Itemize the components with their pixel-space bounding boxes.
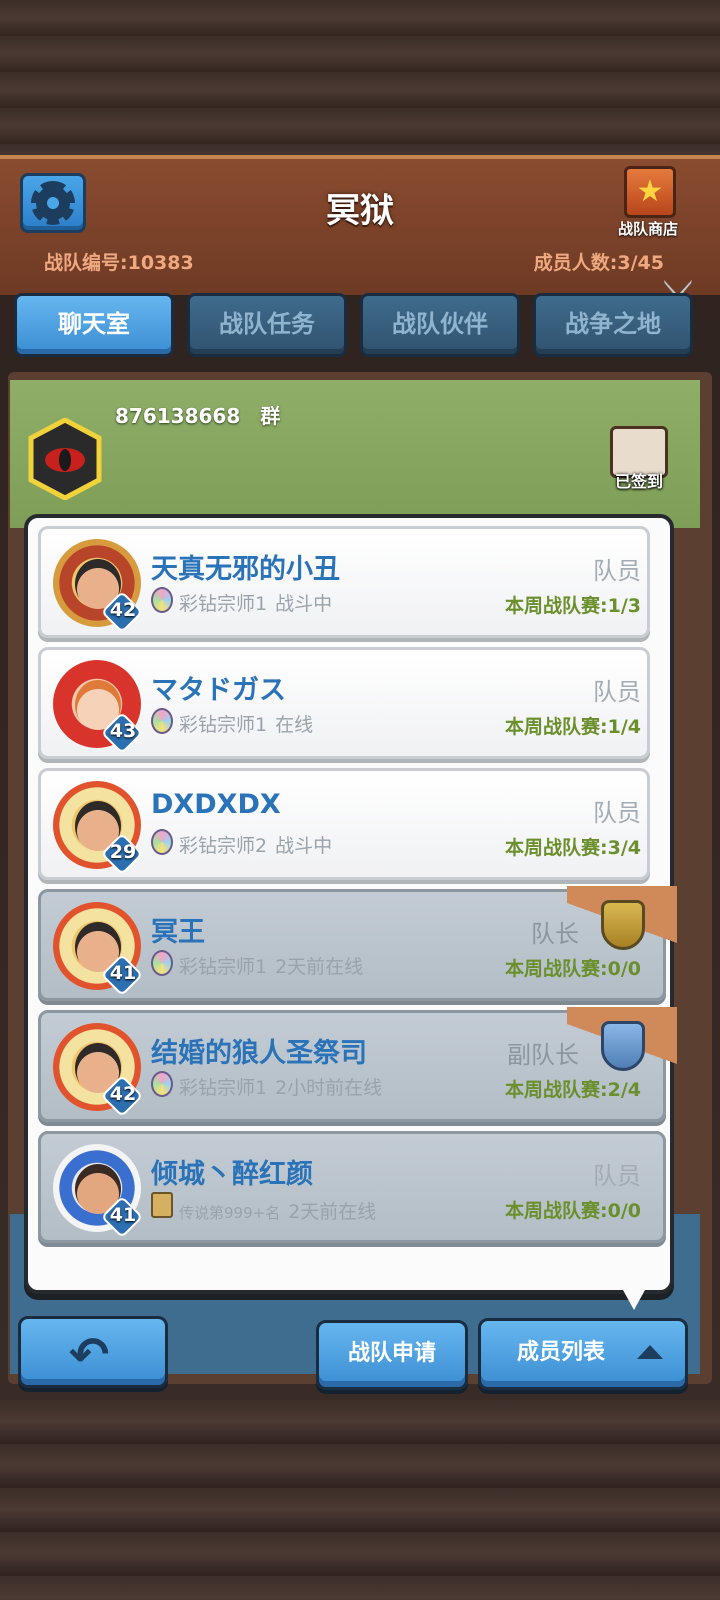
- vice-leader-badge-icon: [601, 1021, 645, 1071]
- member-role: 副队长: [507, 1041, 579, 1069]
- member-rank: 彩钻宗师1: [179, 593, 268, 615]
- member-status: 彩钻宗师1 战斗中: [179, 589, 332, 616]
- avatar: 43: [53, 660, 144, 755]
- popup-pointer: [612, 1270, 656, 1310]
- member-card[interactable]: 29 DXDXDX 彩钻宗师2 战斗中 队员 本周战队赛:3/4: [38, 768, 650, 880]
- member-rank: 彩钻宗师1: [179, 956, 268, 978]
- member-rank: 彩钻宗师2: [179, 835, 268, 857]
- rank-medal-icon: [151, 829, 173, 855]
- back-arrow-icon: ↶: [69, 1327, 110, 1383]
- member-name: マタドガス: [151, 675, 286, 706]
- leader-badge-icon: [601, 900, 645, 950]
- weekly-match-count: 本周战队赛:2/4: [505, 1079, 641, 1101]
- team-id: 战队编号:10383: [44, 252, 194, 274]
- member-status: 彩钻宗师1 在线: [179, 710, 313, 737]
- legend-rank-icon: [151, 1192, 173, 1218]
- checkin-label: 已签到: [614, 472, 663, 491]
- avatar: 29: [53, 781, 144, 876]
- group-number: 876138668 群: [115, 404, 281, 428]
- chat-panel-header: [10, 380, 700, 528]
- tab-war-land[interactable]: 战争之地: [533, 293, 693, 357]
- weekly-match-count: 本周战队赛:1/3: [505, 595, 641, 617]
- rank-medal-icon: [151, 1071, 173, 1097]
- avatar: 42: [53, 1023, 144, 1118]
- back-button[interactable]: ↶: [18, 1316, 168, 1388]
- member-role: 队长: [531, 920, 579, 948]
- avatar: 41: [53, 902, 144, 997]
- top-wood-background: [0, 0, 720, 160]
- chevron-up-icon: [637, 1345, 663, 1359]
- checkin-button[interactable]: 已签到: [604, 420, 676, 492]
- shop-star-icon: ★: [624, 166, 676, 218]
- member-card[interactable]: 41 倾城丶醉红颜 传说第999+名 2天前在线 队员 本周战队赛:0/0: [38, 1131, 666, 1243]
- member-card[interactable]: 41 冥王 彩钻宗师1 2天前在线 队长 本周战队赛:0/0: [38, 886, 677, 1001]
- member-rank: 传说第999+名: [179, 1204, 281, 1222]
- member-role: 队员: [593, 799, 641, 827]
- team-emblem-icon: [28, 418, 102, 500]
- member-card[interactable]: 42 天真无邪的小丑 彩钻宗师1 战斗中 队员 本周战队赛:1/3: [38, 526, 650, 638]
- weekly-match-count: 本周战队赛:0/0: [505, 958, 641, 980]
- team-shop-button[interactable]: ★ 战队商店: [612, 158, 720, 240]
- member-status: 彩钻宗师1 2天前在线: [179, 952, 363, 979]
- member-name: 冥王: [151, 917, 205, 948]
- member-name: DXDXDX: [151, 789, 281, 820]
- rank-medal-icon: [151, 950, 173, 976]
- tab-team-tasks[interactable]: 战队任务: [187, 293, 347, 357]
- member-status: 传说第999+名 2天前在线: [179, 1197, 376, 1224]
- member-role: 队员: [593, 1162, 641, 1190]
- shop-label: 战队商店: [617, 220, 678, 238]
- member-card[interactable]: 42 结婚的狼人圣祭司 彩钻宗师1 2小时前在线 副队长 本周战队赛:2/4: [38, 1007, 677, 1122]
- member-rank: 彩钻宗师1: [179, 714, 268, 736]
- rank-medal-icon: [151, 708, 173, 734]
- rank-medal-icon: [151, 587, 173, 613]
- member-level: 29: [109, 841, 137, 863]
- member-rank: 彩钻宗师1: [179, 1077, 268, 1099]
- avatar: 42: [53, 539, 144, 634]
- member-level: 42: [109, 1083, 137, 1105]
- member-name: 天真无邪的小丑: [151, 554, 340, 585]
- team-apply-button[interactable]: 战队申请: [316, 1320, 468, 1390]
- tab-chat-room[interactable]: 聊天室: [14, 293, 174, 357]
- member-level: 43: [109, 720, 137, 742]
- member-card[interactable]: 43 マタドガス 彩钻宗师1 在线 队员 本周战队赛:1/4: [38, 647, 650, 759]
- bottom-wood-background: [0, 1400, 720, 1600]
- member-activity: 2天前在线: [275, 956, 364, 978]
- member-activity: 在线: [275, 714, 314, 736]
- member-activity: 战斗中: [275, 835, 333, 857]
- member-name: 结婚的狼人圣祭司: [151, 1038, 367, 1069]
- avatar: 41: [53, 1144, 144, 1239]
- member-list-label: 成员列表: [516, 1340, 605, 1365]
- weekly-match-count: 本周战队赛:3/4: [505, 837, 641, 859]
- tab-team-partners[interactable]: 战队伙伴: [360, 293, 520, 357]
- weekly-match-count: 本周战队赛:0/0: [505, 1200, 641, 1222]
- member-level: 42: [109, 599, 137, 621]
- member-list-button[interactable]: 成员列表: [478, 1318, 688, 1390]
- member-activity: 2小时前在线: [275, 1077, 383, 1099]
- weekly-match-count: 本周战队赛:1/4: [505, 716, 641, 738]
- member-activity: 战斗中: [275, 593, 333, 615]
- member-count: 成员人数:3/45: [533, 252, 664, 274]
- member-status: 彩钻宗师2 战斗中: [179, 831, 332, 858]
- member-role: 队员: [593, 678, 641, 706]
- member-level: 41: [109, 1204, 137, 1226]
- member-level: 41: [109, 962, 137, 984]
- member-activity: 2天前在线: [288, 1201, 377, 1223]
- member-name: 倾城丶醉红颜: [151, 1159, 313, 1190]
- member-role: 队员: [593, 557, 641, 585]
- member-status: 彩钻宗师1 2小时前在线: [179, 1073, 382, 1100]
